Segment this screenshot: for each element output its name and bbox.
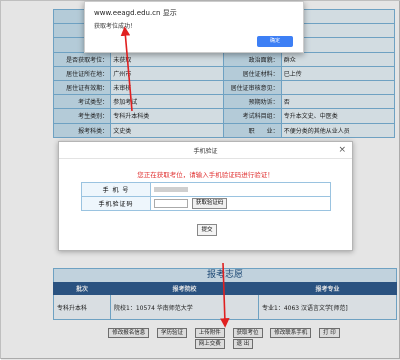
submit-button[interactable]: 提交 bbox=[197, 224, 217, 236]
browser-frame: 姓性户口所是否获取考位：未获取政治面貌：群众居住证所在地：广州市居住证材料：已上… bbox=[0, 0, 400, 360]
get-code-button[interactable]: 获取验证码 bbox=[191, 198, 228, 209]
verify-code-input[interactable] bbox=[154, 199, 188, 208]
code-cell: 获取验证码 bbox=[150, 196, 331, 211]
code-row: 手机验证码 获取验证码 bbox=[81, 196, 331, 211]
phone-row: 手 机 号 bbox=[81, 182, 331, 197]
alert-ok-button[interactable]: 确定 bbox=[257, 36, 293, 47]
verify-form-table: 手 机 号 手机验证码 获取验证码 bbox=[81, 182, 331, 211]
phone-verify-dialog: 手机验证 × 您正在获取考位，请输入手机验证码进行验证！ 手 机 号 手机验证码… bbox=[58, 141, 353, 251]
dialog-title: 手机验证 bbox=[193, 148, 218, 155]
phone-label: 手 机 号 bbox=[81, 182, 151, 197]
dialog-header: 手机验证 × bbox=[59, 142, 352, 159]
masked-phone-number bbox=[154, 187, 188, 192]
code-label: 手机验证码 bbox=[81, 196, 151, 211]
phone-value bbox=[150, 182, 331, 197]
browser-alert: www.eeagd.edu.cn 显示 获取考位成功！ 确定 bbox=[84, 1, 304, 53]
dialog-tip: 您正在获取考位，请输入手机验证码进行验证！ bbox=[137, 171, 274, 179]
close-icon[interactable]: × bbox=[338, 144, 346, 156]
alert-message: 获取考位成功！ bbox=[94, 23, 137, 30]
alert-title: www.eeagd.edu.cn 显示 bbox=[94, 9, 177, 17]
